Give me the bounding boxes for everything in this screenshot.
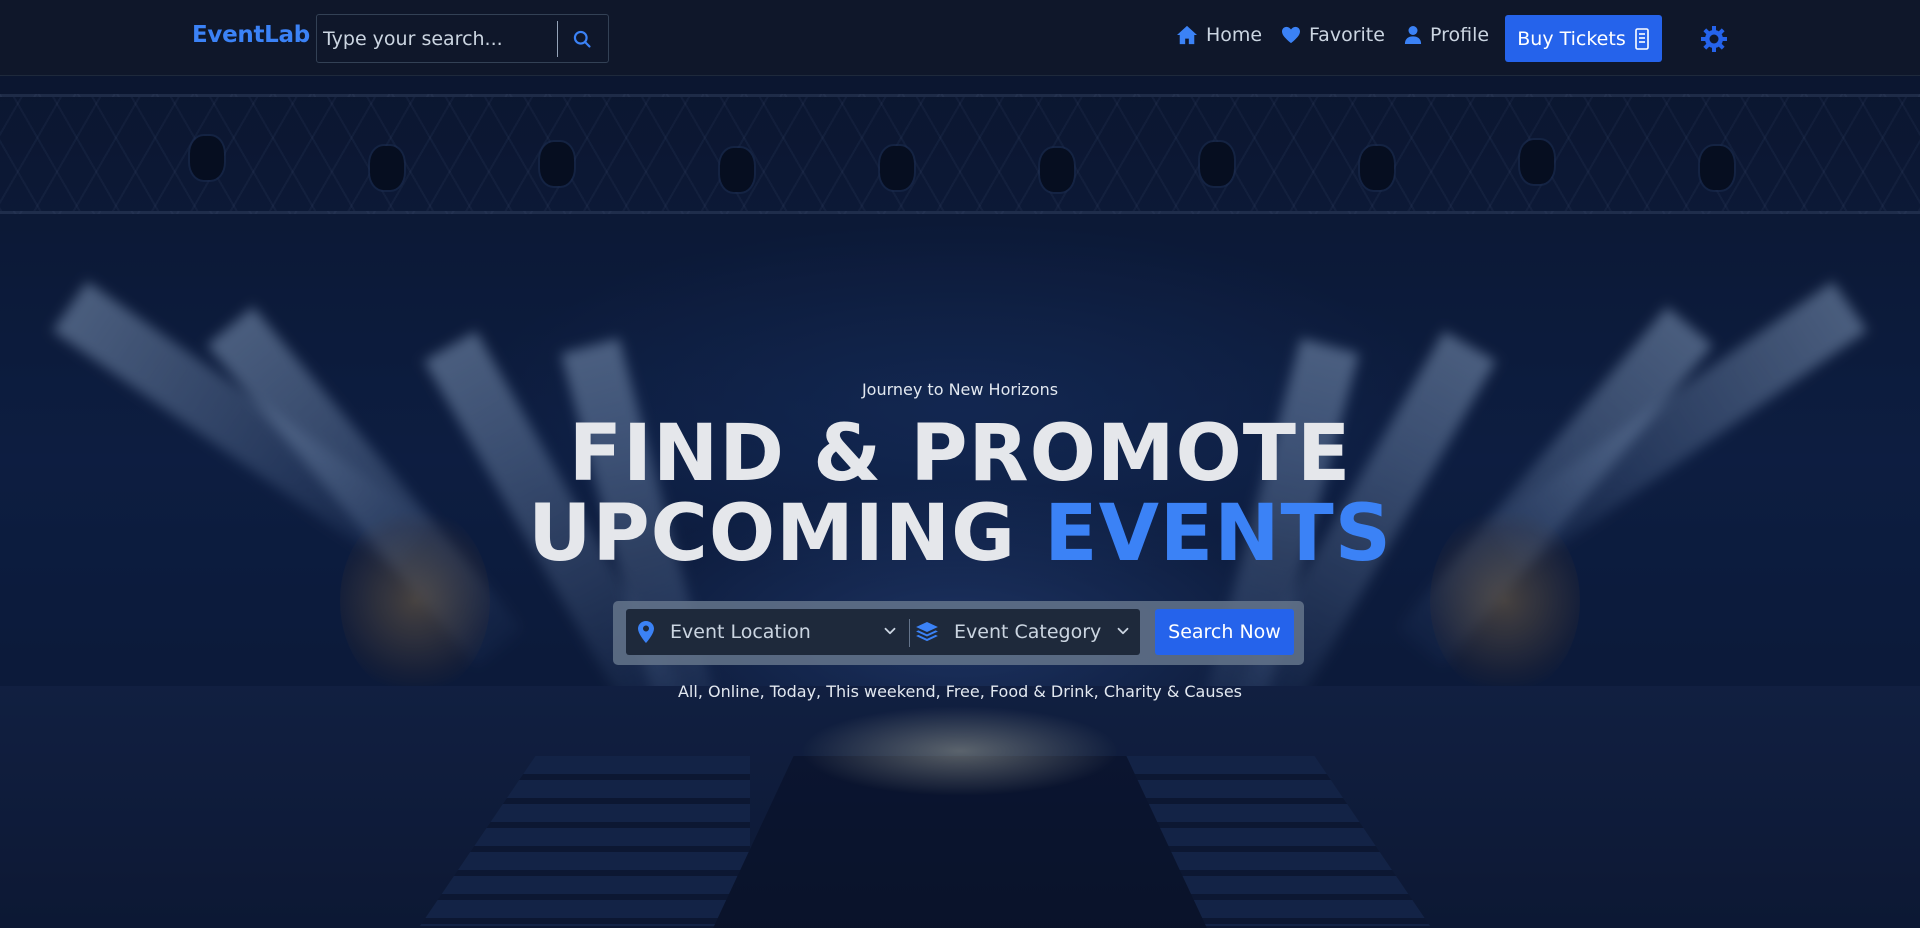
gear-icon: [1701, 26, 1727, 52]
event-location-select[interactable]: Event Location: [638, 609, 903, 655]
brand-logo[interactable]: EventLab: [192, 22, 310, 48]
search-icon: [573, 30, 591, 48]
nav-profile-link[interactable]: Profile: [1404, 24, 1489, 46]
nav-favorite-link[interactable]: Favorite: [1281, 24, 1385, 46]
event-location-label: Event Location: [670, 621, 811, 643]
heart-icon: [1282, 26, 1300, 44]
chevron-down-icon: [884, 627, 896, 635]
buy-tickets-button[interactable]: Buy Tickets: [1505, 15, 1662, 62]
hero-section: Journey to New Horizons FIND & PROMOTE U…: [0, 76, 1920, 928]
nav-profile-label: Profile: [1430, 24, 1490, 46]
filter-divider: [909, 619, 910, 647]
hero-tagline: Journey to New Horizons: [861, 380, 1059, 399]
search-now-button[interactable]: Search Now: [1155, 609, 1294, 655]
hero-headline: FIND & PROMOTE UPCOMING EVENTS: [0, 414, 1920, 574]
headline-line-1: FIND & PROMOTE: [568, 409, 1352, 499]
top-navbar: EventLab Home Favorite Profile Buy Ticke…: [0, 0, 1920, 76]
quick-filter-links[interactable]: All, Online, Today, This weekend, Free, …: [0, 682, 1920, 701]
buy-tickets-label: Buy Tickets: [1517, 27, 1626, 50]
headline-line-2: UPCOMING: [528, 489, 1017, 579]
event-category-select[interactable]: Event Category: [916, 609, 1136, 655]
search-input[interactable]: [321, 19, 557, 58]
filter-selects: Event Location Event Category: [626, 609, 1140, 655]
header-search: [316, 14, 609, 63]
home-icon: [1177, 25, 1197, 45]
nav-home-label: Home: [1206, 24, 1263, 46]
nav-home-link[interactable]: Home: [1176, 24, 1262, 46]
chevron-down-icon: [1117, 627, 1129, 635]
nav-favorite-label: Favorite: [1309, 24, 1385, 46]
ticket-icon: [1634, 27, 1649, 50]
theme-toggle[interactable]: [1699, 24, 1729, 54]
event-category-label: Event Category: [954, 621, 1102, 643]
search-divider: [557, 21, 558, 57]
layers-icon: [916, 622, 938, 642]
user-icon: [1404, 26, 1422, 44]
map-pin-icon: [638, 621, 654, 643]
search-button[interactable]: [565, 23, 599, 55]
event-filter-bar: Event Location Event Category Search Now: [613, 601, 1304, 665]
headline-accent: EVENTS: [1044, 489, 1392, 579]
